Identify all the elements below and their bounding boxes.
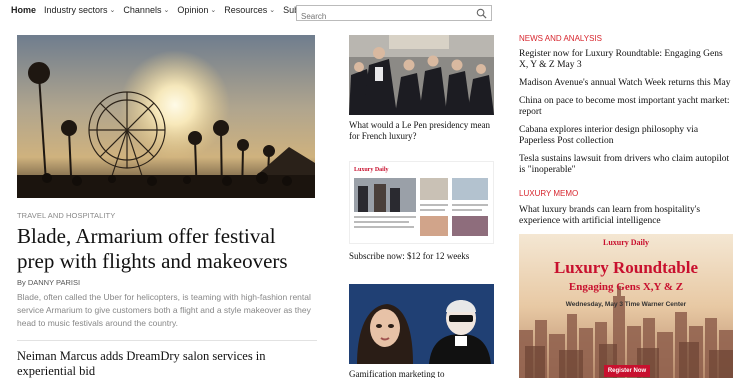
- nav-item-industry-sectors[interactable]: Industry sectors ⌄: [44, 5, 115, 15]
- festival-sunset-image[interactable]: [17, 35, 315, 198]
- news-item[interactable]: Tesla sustains lawsuit from drivers who …: [519, 154, 733, 176]
- news-item[interactable]: Register now for Luxury Roundtable: Enga…: [519, 49, 733, 71]
- chevron-down-icon: ⌄: [109, 7, 116, 14]
- search-input[interactable]: [297, 9, 467, 24]
- story-link-subscribe[interactable]: Subscribe now: $12 for 12 weeks: [349, 251, 499, 262]
- promo-brand-text: Luxury Daily: [354, 167, 389, 173]
- chevron-down-icon: ⌄: [163, 7, 170, 14]
- news-item[interactable]: Madison Avenue's annual Watch Week retur…: [519, 78, 733, 89]
- search-box[interactable]: [296, 5, 492, 24]
- section-kicker[interactable]: TRAVEL AND HOSPITALITY: [17, 211, 115, 220]
- ad-title: Luxury Roundtable: [553, 258, 699, 277]
- register-now-button[interactable]: Register Now: [604, 365, 650, 377]
- story-link-gamification[interactable]: Gamification marketing to: [349, 369, 499, 378]
- top-navigation: Home Industry sectors ⌄ Channels ⌄ Opinion ⌄ Re…: [0, 0, 733, 26]
- nav-item-label: Industry sectors: [44, 5, 108, 15]
- secondary-headline[interactable]: Neiman Marcus adds DreamDry salon servic…: [17, 349, 317, 378]
- story-link-le-pen[interactable]: What would a Le Pen presidency mean for …: [349, 120, 499, 142]
- gamification-illustration[interactable]: [349, 284, 494, 364]
- le-pen-photo[interactable]: [349, 35, 494, 115]
- ad-subtitle: Engaging Gens X,Y & Z: [568, 281, 684, 293]
- byline: By DANNY PARISI: [17, 278, 81, 287]
- divider: [17, 340, 317, 341]
- nav-links: Home Industry sectors ⌄ Channels ⌄ Opinion ⌄ Re…: [11, 5, 331, 15]
- chevron-down-icon: ⌄: [210, 7, 217, 14]
- news-analysis-label[interactable]: NEWS AND ANALYSIS: [519, 34, 602, 43]
- nav-item-resources[interactable]: Resources ⌄: [224, 5, 275, 15]
- nav-item-label: Opinion: [177, 5, 209, 15]
- feature-summary: Blade, often called the Uber for helicop…: [17, 292, 311, 328]
- nav-item-label: Home: [11, 5, 37, 15]
- nav-item-label: Channels: [123, 5, 162, 15]
- chevron-down-icon: ⌄: [269, 7, 276, 14]
- luxury-roundtable-ad[interactable]: Luxury Daily Luxury Roundtable Engaging …: [519, 234, 733, 378]
- ad-brand: Luxury Daily: [602, 238, 649, 247]
- search-icon[interactable]: [476, 8, 487, 19]
- ad-date: Wednesday, May 3 Time Warner Center: [565, 301, 687, 308]
- memo-item[interactable]: What luxury brands can learn from hospit…: [519, 205, 733, 227]
- nav-item-label: Resources: [224, 5, 268, 15]
- news-item[interactable]: China on pace to become most important y…: [519, 96, 733, 118]
- news-list: Register now for Luxury Roundtable: Enga…: [519, 49, 733, 183]
- feature-headline[interactable]: Blade, Armarium offer festival prep with…: [17, 224, 317, 274]
- nav-item-home[interactable]: Home: [11, 5, 36, 15]
- subscription-promo-image[interactable]: Luxury Daily: [349, 161, 494, 244]
- luxury-memo-label[interactable]: LUXURY MEMO: [519, 189, 578, 198]
- nav-item-opinion[interactable]: Opinion ⌄: [177, 5, 216, 15]
- news-item[interactable]: Cabana explores interior design philosop…: [519, 125, 733, 147]
- nav-item-channels[interactable]: Channels ⌄: [123, 5, 169, 15]
